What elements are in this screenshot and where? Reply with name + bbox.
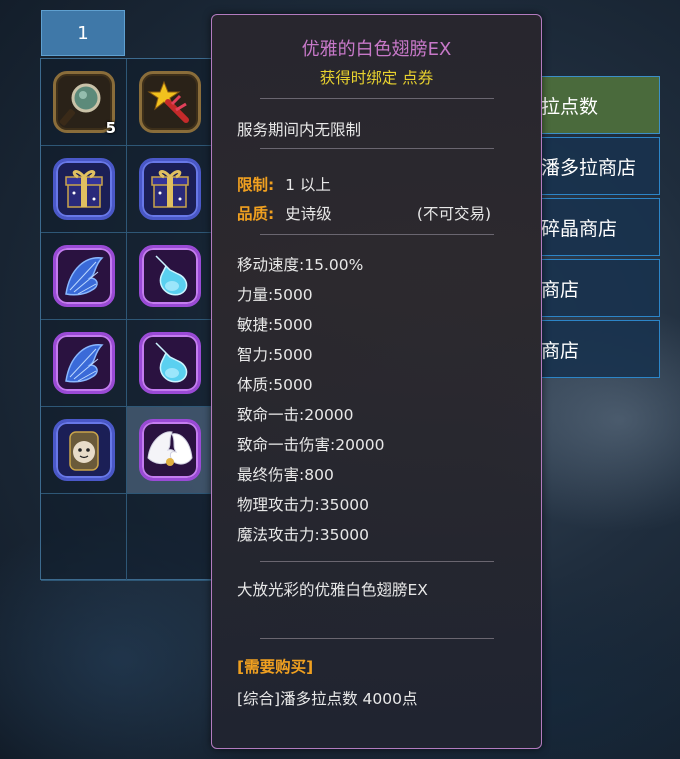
potion-icon: [138, 332, 201, 394]
divider: [260, 234, 494, 235]
menu-item-points[interactable]: 拉点数: [540, 76, 660, 134]
stat-line: 物理攻击力:35000: [237, 496, 370, 514]
stat-line: 智力:5000: [237, 346, 313, 364]
star-wand-icon: [138, 71, 201, 133]
inventory-slot[interactable]: [127, 146, 213, 233]
inventory-slot-selected[interactable]: [127, 407, 213, 494]
inventory-slot[interactable]: [41, 407, 127, 494]
quality-row: 品质: 史诗级 (不可交易): [237, 202, 516, 224]
divider: [260, 638, 494, 639]
inventory-slot[interactable]: [41, 233, 127, 320]
inventory-slot[interactable]: [41, 320, 127, 407]
item-tooltip: 优雅的白色翅膀EX 获得时绑定 点券 服务期间内无限制 限制: 1 以上 品质:…: [211, 14, 542, 749]
quality-value: 史诗级: [285, 205, 332, 223]
blue-wing-icon: [52, 245, 115, 307]
menu-item-pandora-shop[interactable]: 潘多拉商店: [540, 137, 660, 195]
stat-line: 最终伤害:800: [237, 466, 334, 484]
duration-text: 服务期间内无限制: [237, 121, 362, 139]
inventory-slot[interactable]: 5: [41, 59, 127, 146]
stat-line: 体质:5000: [237, 376, 313, 394]
pet-egg-icon: [52, 419, 115, 481]
menu-item-shard-shop[interactable]: 碎晶商店: [540, 198, 660, 256]
inventory-slot[interactable]: [127, 320, 213, 407]
inventory-slot-empty[interactable]: [41, 494, 127, 581]
divider: [260, 148, 494, 149]
bind-info: 获得时绑定 点券: [319, 69, 434, 87]
inventory-grid: 5: [40, 58, 213, 581]
item-description: 大放光彩的优雅白色翅膀EX: [237, 581, 428, 599]
gift-box-icon: [138, 158, 201, 220]
shop-menu: 拉点数 潘多拉商店 碎晶商店 商店 商店: [540, 76, 660, 381]
gift-box-icon: [52, 158, 115, 220]
white-wing-icon: [138, 419, 201, 481]
stat-line: 致命一击:20000: [237, 406, 354, 424]
potion-icon: [138, 245, 201, 307]
stat-line: 魔法攻击力:35000: [237, 526, 370, 544]
menu-item-shop[interactable]: 商店: [540, 259, 660, 317]
inventory-slot[interactable]: [41, 146, 127, 233]
limit-value: 1 以上: [285, 176, 331, 194]
stat-line: 力量:5000: [237, 286, 313, 304]
quality-label: 品质:: [237, 205, 275, 223]
inventory-slot[interactable]: [127, 233, 213, 320]
limit-label: 限制:: [237, 176, 275, 194]
purchase-label: [需要购买]: [237, 658, 314, 676]
stat-line: 敏捷:5000: [237, 316, 313, 334]
stat-line: 致命一击伤害:20000: [237, 436, 385, 454]
divider: [260, 98, 494, 99]
inventory-tab-1[interactable]: 1: [41, 10, 125, 56]
trade-note: (不可交易): [416, 205, 491, 223]
item-count: 5: [105, 119, 116, 137]
limit-row: 限制: 1 以上: [237, 173, 331, 195]
divider: [260, 561, 494, 562]
menu-item-shop[interactable]: 商店: [540, 320, 660, 378]
inventory-slot[interactable]: [127, 59, 213, 146]
inventory-slot-empty[interactable]: [127, 494, 213, 581]
blue-wing-icon: [52, 332, 115, 394]
item-name: 优雅的白色翅膀EX: [301, 39, 452, 60]
stat-line: 移动速度:15.00%: [237, 256, 364, 274]
purchase-price: [综合]潘多拉点数 4000点: [237, 690, 418, 708]
